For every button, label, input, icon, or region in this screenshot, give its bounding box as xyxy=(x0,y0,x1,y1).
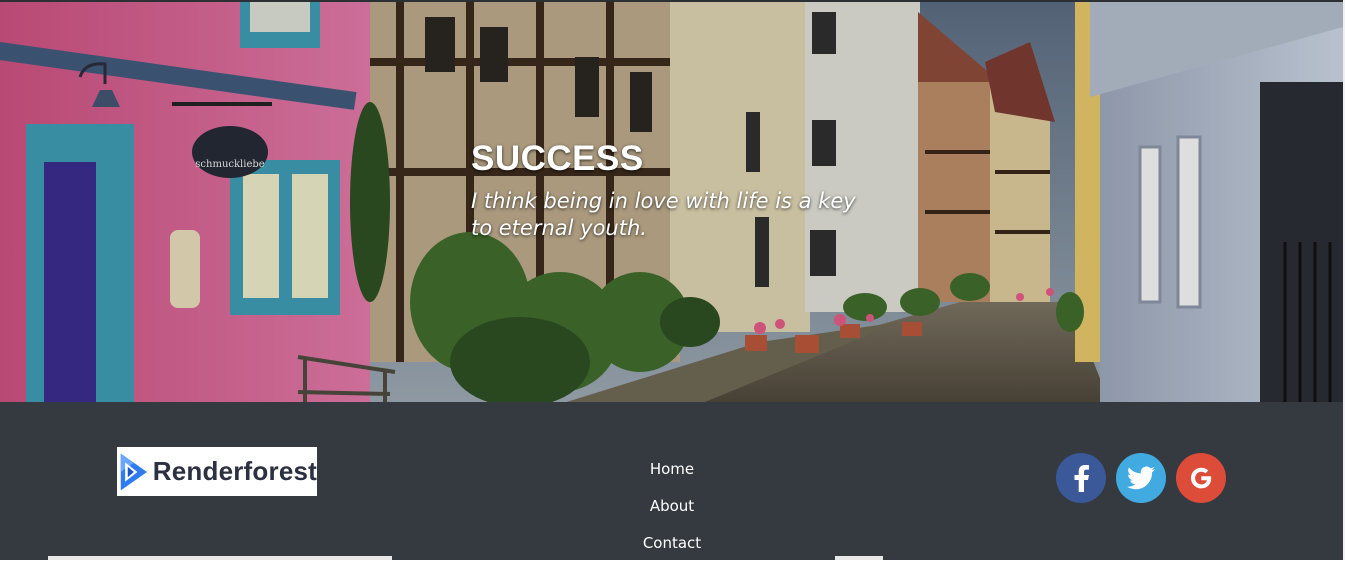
hero-quote: I think being in love with life is a key… xyxy=(471,189,856,240)
hero-caption: SUCCESS I think being in love with life … xyxy=(471,138,871,242)
facebook-button[interactable] xyxy=(1056,453,1106,503)
footer-nav: Home About Contact xyxy=(572,451,772,562)
google-button[interactable] xyxy=(1176,453,1226,503)
nav-link-about[interactable]: About xyxy=(572,488,772,525)
play-triangle-icon xyxy=(120,453,148,490)
nav-link-home[interactable]: Home xyxy=(572,451,772,488)
renderforest-logo[interactable]: Renderforest xyxy=(117,447,317,496)
nav-link-contact[interactable]: Contact xyxy=(572,525,772,562)
bottom-strip-left xyxy=(48,556,392,560)
logo-text: Renderforest xyxy=(152,456,317,486)
hero-title: SUCCESS xyxy=(471,139,644,178)
facebook-icon xyxy=(1074,465,1089,492)
social-links xyxy=(1056,453,1226,503)
hero-banner: schmuckliebe SUCCESS I think being in lo… xyxy=(0,0,1343,402)
twitter-icon xyxy=(1127,466,1155,490)
google-icon xyxy=(1191,467,1212,489)
twitter-button[interactable] xyxy=(1116,453,1166,503)
bottom-strip-right xyxy=(835,556,883,560)
site-footer: Renderforest Home About Contact xyxy=(0,402,1343,560)
